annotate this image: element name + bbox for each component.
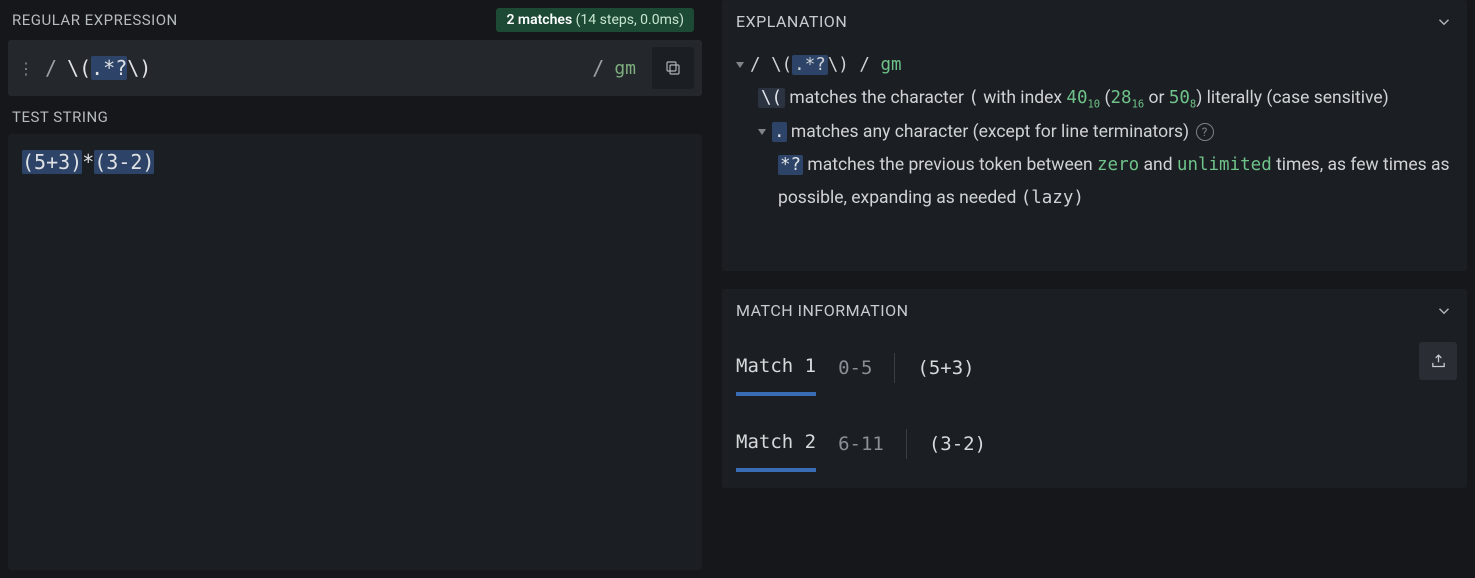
export-icon (1430, 353, 1447, 370)
tree-caret-icon[interactable] (758, 129, 766, 135)
drag-handle-icon[interactable]: ⋮ (16, 59, 35, 78)
regex-delimiter-close: / (592, 56, 604, 80)
match-row[interactable]: Match 1 0-5 (5+3) (736, 348, 1453, 388)
test-section-header: TEST STRING (8, 100, 702, 134)
explain-line-starq: *? matches the previous token between ze… (736, 149, 1453, 216)
match-info-body: Match 1 0-5 (5+3) Match 2 6-11 (3-2) (722, 332, 1467, 488)
regex-title: REGULAR EXPRESSION (12, 11, 178, 29)
export-matches-button[interactable] (1419, 342, 1457, 380)
regex-delimiter-open: / (45, 56, 57, 80)
match-text: (3-2) (929, 426, 986, 462)
divider (906, 429, 907, 459)
regex-pattern[interactable]: \(.*?\) (67, 56, 582, 80)
regex-section-header: REGULAR EXPRESSION 2 matches (14 steps, … (8, 0, 702, 40)
explain-line-dot: . matches any character (except for line… (736, 116, 1453, 149)
chevron-down-icon (1435, 13, 1453, 31)
test-match-1: (5+3) (22, 150, 82, 174)
match-range: 0-5 (838, 350, 872, 386)
info-icon[interactable]: ? (1196, 123, 1214, 141)
match-text: (5+3) (917, 350, 974, 386)
test-string-input[interactable]: (5+3)*(3-2) (8, 134, 702, 570)
test-match-2: (3-2) (94, 150, 154, 174)
chevron-down-icon (1435, 302, 1453, 320)
match-range: 6-11 (838, 426, 884, 462)
match-label: Match 1 (736, 348, 816, 388)
explanation-panel: EXPLANATION / \(.*?\) / gm \( matches th… (722, 0, 1467, 271)
match-row[interactable]: Match 2 6-11 (3-2) (736, 424, 1453, 464)
regex-flags[interactable]: gm (614, 58, 642, 79)
copy-regex-button[interactable] (652, 47, 694, 89)
regex-input-bar[interactable]: ⋮ / \(.*?\) / gm (8, 40, 702, 96)
copy-icon (664, 59, 682, 77)
explain-line-paren: \( matches the character ( with index 40… (736, 82, 1453, 115)
matches-badge: 2 matches (14 steps, 0.0ms) (496, 8, 694, 32)
tree-caret-icon[interactable] (736, 62, 744, 68)
explanation-header[interactable]: EXPLANATION (722, 0, 1467, 43)
divider (894, 353, 895, 383)
match-label: Match 2 (736, 424, 816, 464)
match-info-header[interactable]: MATCH INFORMATION (722, 289, 1467, 332)
test-title: TEST STRING (12, 108, 108, 126)
match-info-panel: MATCH INFORMATION Match 1 0-5 (5+3) Matc… (722, 289, 1467, 488)
explanation-body[interactable]: / \(.*?\) / gm \( matches the character … (722, 43, 1467, 271)
